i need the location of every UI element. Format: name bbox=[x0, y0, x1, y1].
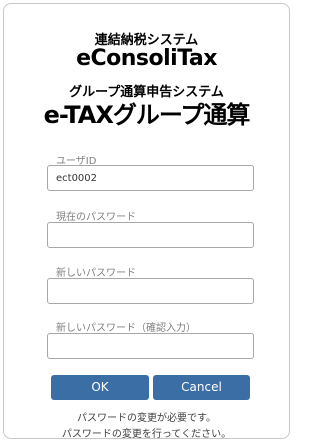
ok-button[interactable]: OK bbox=[51, 375, 149, 400]
status-message-line-2: パスワードの変更を行ってください。 bbox=[61, 429, 232, 440]
new-password-label: 新しいパスワード bbox=[56, 268, 136, 279]
user-id-input[interactable] bbox=[47, 165, 254, 191]
new-password-input[interactable] bbox=[47, 278, 254, 304]
current-password-input[interactable] bbox=[47, 222, 254, 248]
confirm-password-label: 新しいパスワード（確認入力） bbox=[56, 323, 196, 334]
logo-title-1: eConsoliTax bbox=[76, 46, 217, 71]
current-password-label: 現在のパスワード bbox=[56, 212, 136, 223]
confirm-password-input[interactable] bbox=[47, 333, 254, 359]
status-message-line-1: パスワードの変更が必要です。 bbox=[77, 413, 216, 424]
logo-title-2: e-TAXグループ通算 bbox=[43, 101, 251, 129]
password-change-panel: 連結納税システム eConsoliTax グループ通算申告システム e-TAXグ… bbox=[3, 3, 290, 440]
cancel-button[interactable]: Cancel bbox=[153, 375, 250, 400]
